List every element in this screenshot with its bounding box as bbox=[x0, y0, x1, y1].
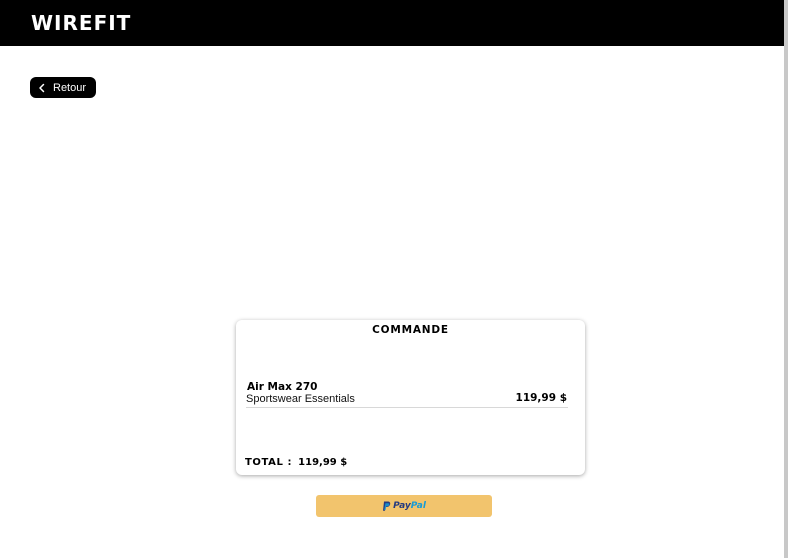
chevron-left-icon bbox=[34, 83, 50, 93]
total-value: 119,99 $ bbox=[298, 457, 348, 468]
paypal-wordmark: PayPal bbox=[393, 501, 426, 511]
top-header: WIREFIT bbox=[0, 0, 784, 46]
paypal-button[interactable]: PayPal bbox=[316, 495, 492, 517]
order-title: COMMANDE bbox=[372, 324, 449, 336]
item-price: 119,99 $ bbox=[515, 392, 567, 404]
paypal-icon bbox=[382, 501, 391, 512]
window-edge bbox=[784, 0, 788, 558]
order-total: TOTAL : 119,99 $ bbox=[245, 457, 347, 468]
order-summary-card: COMMANDE Air Max 270 Sportswear Essentia… bbox=[236, 320, 585, 475]
brand-logo[interactable]: WIREFIT bbox=[31, 10, 131, 36]
back-button-label: Retour bbox=[53, 81, 87, 94]
total-label: TOTAL : bbox=[245, 457, 293, 468]
item-divider bbox=[246, 407, 568, 408]
page: WIREFIT Retour COMMANDE Air Max 270 Spor… bbox=[0, 0, 788, 558]
item-name: Air Max 270 bbox=[247, 381, 318, 393]
back-button[interactable]: Retour bbox=[30, 77, 96, 98]
item-brand: Sportswear Essentials bbox=[246, 393, 355, 405]
